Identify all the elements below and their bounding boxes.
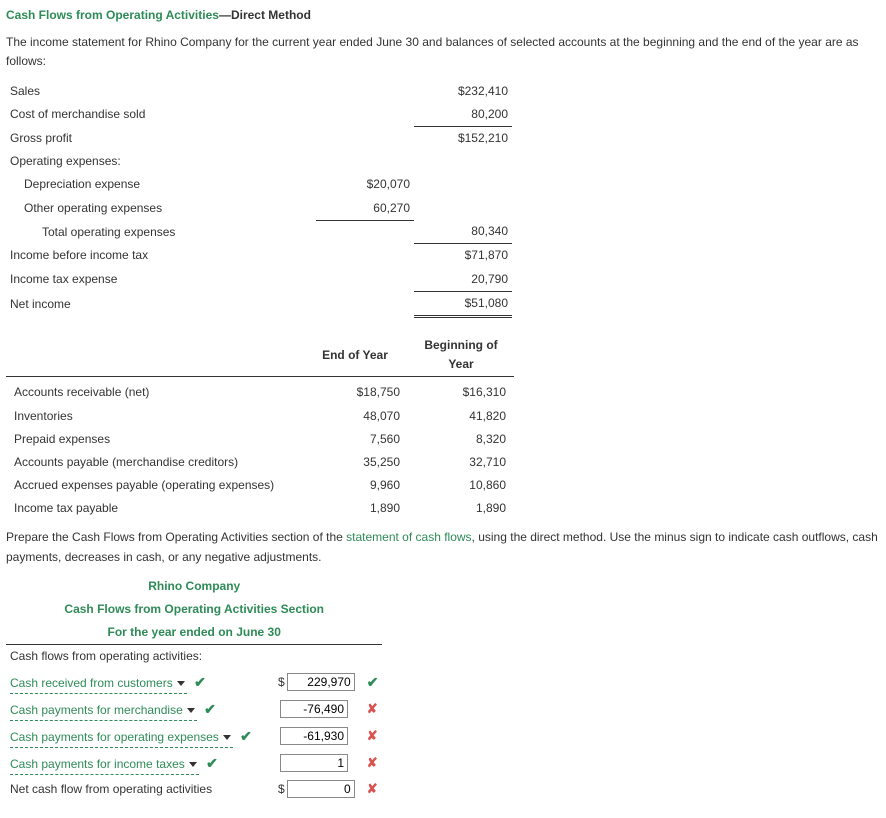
statement-link[interactable]: statement of cash flows xyxy=(346,530,471,544)
answer-row: Cash payments for merchandise ✔ ✘ xyxy=(6,696,382,723)
row-value: $232,410 xyxy=(414,80,512,103)
opact-header: Cash flows from operating activities: xyxy=(6,645,382,669)
answer-row: Cash payments for income taxes ✔ ✘ xyxy=(6,750,382,777)
cross-icon: ✘ xyxy=(367,781,378,796)
check-icon: ✔ xyxy=(240,728,252,744)
line-item-dropdown[interactable]: Cash payments for merchandise xyxy=(10,701,197,721)
cross-icon: ✘ xyxy=(367,728,378,743)
check-icon: ✔ xyxy=(204,701,216,717)
table-row: Income tax payable 1,890 1,890 xyxy=(6,497,514,520)
intro-text: The income statement for Rhino Company f… xyxy=(6,33,880,71)
row-label: Sales xyxy=(6,80,316,103)
line-item-dropdown[interactable]: Cash payments for operating expenses xyxy=(10,728,233,748)
net-row: Net cash flow from operating activities … xyxy=(6,777,382,802)
answer-row: Cash payments for operating expenses ✔ ✘ xyxy=(6,723,382,750)
company-name: Rhino Company xyxy=(6,575,382,598)
line-item-dropdown[interactable]: Cash payments for income taxes xyxy=(10,755,199,775)
line-item-dropdown[interactable]: Cash received from customers xyxy=(10,674,187,694)
table-row: Accounts receivable (net) $18,750 $16,31… xyxy=(6,381,514,404)
amount-input[interactable] xyxy=(287,673,355,691)
table-row: Accounts payable (merchandise creditors)… xyxy=(6,451,514,474)
check-icon: ✔ xyxy=(367,674,379,690)
chevron-down-icon xyxy=(177,681,185,686)
chevron-down-icon xyxy=(187,708,195,713)
check-icon: ✔ xyxy=(206,755,218,771)
balances-table: End of Year Beginning of Year Accounts r… xyxy=(6,334,514,521)
instruction-text: Prepare the Cash Flows from Operating Ac… xyxy=(6,528,880,566)
chevron-down-icon xyxy=(223,735,231,740)
period-name: For the year ended on June 30 xyxy=(6,621,382,645)
col-header-eoy: End of Year xyxy=(302,334,408,377)
section-name: Cash Flows from Operating Activities Sec… xyxy=(6,598,382,621)
income-statement-table: Sales $232,410 Cost of merchandise sold … xyxy=(6,80,512,318)
chevron-down-icon xyxy=(189,762,197,767)
table-row: Inventories 48,070 41,820 xyxy=(6,405,514,428)
amount-input[interactable] xyxy=(287,780,355,798)
page-title: Cash Flows from Operating Activities—Dir… xyxy=(6,6,880,25)
cross-icon: ✘ xyxy=(367,701,378,716)
amount-input[interactable] xyxy=(280,754,348,772)
table-row: Prepaid expenses 7,560 8,320 xyxy=(6,428,514,451)
check-icon: ✔ xyxy=(194,674,206,690)
answer-row: Cash received from customers ✔ $ ✔ xyxy=(6,669,382,696)
amount-input[interactable] xyxy=(280,727,348,745)
cross-icon: ✘ xyxy=(367,755,378,770)
col-header-boy: Beginning of Year xyxy=(408,334,514,377)
cash-flow-statement: Rhino Company Cash Flows from Operating … xyxy=(6,575,382,802)
table-row: Accrued expenses payable (operating expe… xyxy=(6,474,514,497)
amount-input[interactable] xyxy=(280,700,348,718)
